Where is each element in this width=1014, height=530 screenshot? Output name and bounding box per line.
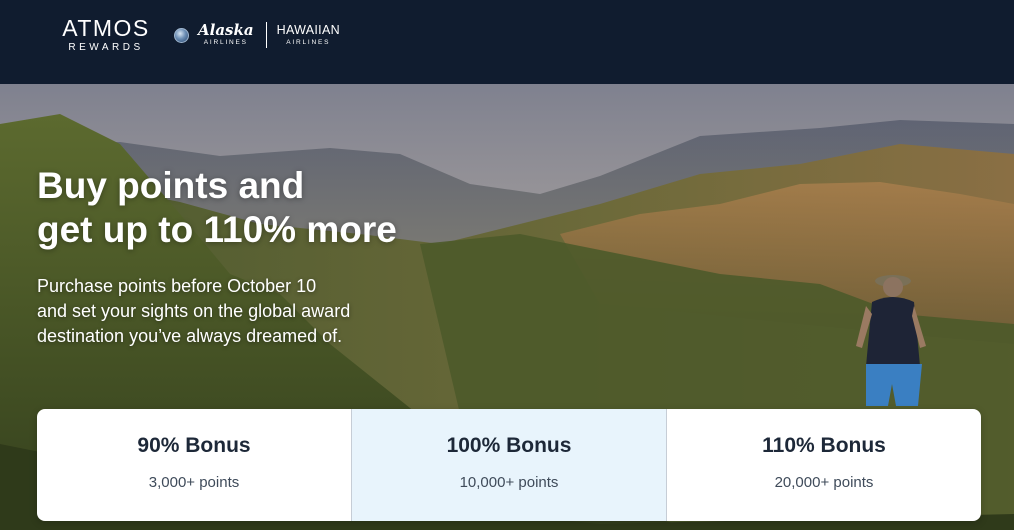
hawaiian-subtitle: AIRLINES	[286, 39, 331, 46]
alaska-globe-icon	[174, 27, 189, 43]
offer-card-110-bonus[interactable]: 110% Bonus 20,000+ points	[666, 409, 981, 521]
offer-card-90-bonus[interactable]: 90% Bonus 3,000+ points	[37, 409, 351, 521]
offer-title: 90% Bonus	[137, 434, 251, 457]
subcopy-line-3: destination you’ve always dreamed of.	[37, 326, 343, 346]
hawaiian-airlines-logo: HAWAIIAN AIRLINES	[277, 22, 340, 48]
offer-points: 20,000+ points	[774, 474, 874, 491]
atmos-rewards-logo[interactable]: ATMOS REWARDS	[56, 16, 156, 55]
bonus-offer-cards: 90% Bonus 3,000+ points 100% Bonus 10,00…	[37, 409, 981, 521]
hawaiian-name: HAWAIIAN	[276, 23, 340, 37]
site-header: ATMOS REWARDS Alaska AIRLINES HAWAIIAN A…	[0, 0, 1014, 84]
alaska-airlines-logo: Alaska AIRLINES	[198, 22, 254, 48]
headline-line-2: get up to 110% more	[37, 209, 397, 250]
hero-subcopy: Purchase points before October 10 and se…	[37, 274, 417, 349]
brand-name: ATMOS	[62, 15, 150, 41]
partner-logos: Alaska AIRLINES HAWAIIAN AIRLINES	[174, 22, 340, 48]
offer-title: 110% Bonus	[762, 434, 886, 457]
alaska-subtitle: AIRLINES	[203, 39, 248, 46]
offer-title: 100% Bonus	[446, 434, 572, 457]
offer-card-100-bonus[interactable]: 100% Bonus 10,000+ points	[351, 409, 666, 521]
headline-line-1: Buy points and	[37, 165, 305, 206]
partner-divider	[265, 22, 267, 48]
offer-points: 10,000+ points	[459, 474, 559, 491]
hero-banner: Buy points and get up to 110% more Purch…	[0, 84, 1014, 530]
subcopy-line-2: and set your sights on the global award	[37, 301, 351, 321]
hero-headline: Buy points and get up to 110% more	[37, 164, 457, 252]
brand-subtitle: REWARDS	[68, 42, 144, 53]
offer-points: 3,000+ points	[148, 474, 240, 491]
subcopy-line-1: Purchase points before October 10	[37, 276, 317, 296]
alaska-name: Alaska	[198, 21, 254, 39]
